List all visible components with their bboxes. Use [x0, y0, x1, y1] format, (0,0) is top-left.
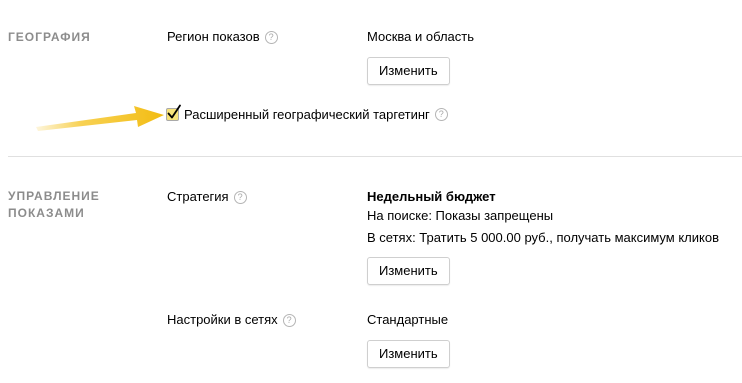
extended-geo-targeting-label[interactable]: Расширенный географический таргетинг — [184, 107, 430, 122]
network-settings-value: Стандартные — [367, 312, 449, 327]
strategy-networks-text: В сетях: Тратить 5 000.00 руб., получать… — [367, 230, 719, 245]
network-settings-label: Настройки в сетях — [167, 312, 278, 327]
region-label: Регион показов — [167, 29, 260, 44]
yellow-arrow-icon — [36, 106, 164, 131]
change-strategy-button[interactable]: Изменить — [367, 257, 450, 285]
checkmark-icon — [167, 104, 181, 119]
section-title-geography: ГЕОГРАФИЯ — [8, 30, 91, 44]
section-divider — [8, 156, 742, 157]
campaign-settings-page: ГЕОГРАФИЯ Регион показов? Москва и облас… — [0, 0, 742, 383]
strategy-title: Недельный бюджет — [367, 189, 496, 204]
extended-geo-targeting-checkbox[interactable] — [166, 104, 181, 121]
network-settings-label-row: Настройки в сетях? — [167, 311, 296, 329]
change-network-settings-button[interactable]: Изменить — [367, 340, 450, 368]
strategy-label: Стратегия — [167, 189, 229, 204]
section-title-display-management-line2: ПОКАЗАМИ — [8, 206, 85, 220]
question-circle-icon[interactable]: ? — [434, 108, 448, 121]
strategy-search-text: На поиске: Показы запрещены — [367, 208, 554, 223]
region-label-row: Регион показов? — [167, 28, 278, 46]
change-region-button[interactable]: Изменить — [367, 57, 450, 85]
strategy-label-row: Стратегия? — [167, 188, 247, 206]
region-value: Москва и область — [367, 29, 475, 44]
question-circle-icon[interactable]: ? — [233, 191, 247, 204]
extended-geo-targeting-row: Расширенный географический таргетинг? — [166, 104, 448, 122]
question-circle-icon[interactable]: ? — [264, 31, 278, 44]
question-circle-icon[interactable]: ? — [282, 314, 296, 327]
